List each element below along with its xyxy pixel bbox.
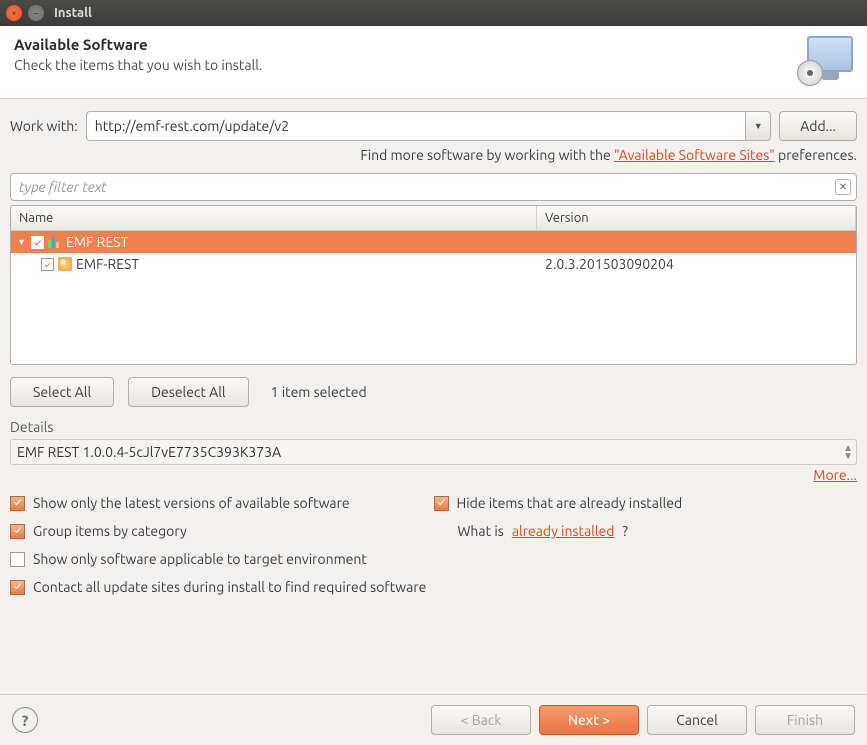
feature-icon [58,257,72,271]
checkbox-icon[interactable]: ✓ [10,524,25,539]
dialog-footer: ? < Back Next > Cancel Finish [0,694,867,745]
available-sites-link[interactable]: "Available Software Sites" [614,147,775,163]
window-title: Install [54,6,92,20]
options-grid: ✓ Show only the latest versions of avail… [10,495,857,595]
back-button[interactable]: < Back [431,705,531,735]
opt-contact-sites[interactable]: ✓ Contact all update sites during instal… [10,579,857,595]
page-subtitle: Check the items that you wish to install… [14,57,262,73]
clear-filter-icon[interactable]: ✕ [835,179,851,195]
selection-count: 1 item selected [271,384,367,400]
checkbox-icon[interactable]: ✓ [434,496,449,511]
work-with-combo[interactable]: ▼ [86,111,771,141]
chevron-down-icon: ▼ [754,121,763,131]
checkbox-icon[interactable]: ✓ [10,496,25,511]
minimize-icon[interactable]: – [28,5,44,21]
feature-row[interactable]: ✓ EMF-REST 2.0.3.201503090204 [11,253,856,275]
category-row[interactable]: ▼ ✓ EMF REST [11,231,856,253]
finish-button[interactable]: Finish [755,705,855,735]
details-more-link[interactable]: More... [813,467,857,483]
feature-checkbox[interactable]: ✓ [41,258,54,271]
filter-input[interactable] [10,173,857,201]
feature-version: 2.0.3.201503090204 [537,256,856,272]
expand-toggle-icon[interactable]: ▼ [17,237,27,247]
software-tree: Name Version ▼ ✓ EMF REST ✓ EMF-REST 2 [10,205,857,365]
help-button[interactable]: ? [12,707,38,733]
work-with-input[interactable] [86,111,745,141]
details-box: ▲▼ [10,439,857,465]
opt-group-category[interactable]: ✓ Group items by category [10,523,434,539]
what-installed-text: What is already installed? [434,523,858,539]
opt-target-env[interactable]: Show only software applicable to target … [10,551,434,567]
work-with-label: Work with: [10,118,78,134]
details-text [10,439,857,465]
category-icon [48,236,62,248]
feature-label: EMF-REST [76,256,139,272]
category-checkbox[interactable]: ✓ [31,236,44,249]
opt-hide-installed[interactable]: ✓ Hide items that are already installed [434,495,858,511]
sites-help-text: Find more software by working with the "… [10,147,857,163]
work-with-dropdown-button[interactable]: ▼ [745,111,771,141]
filter-field: ✕ [10,173,857,201]
dialog-header: Available Software Check the items that … [0,26,867,99]
cancel-button[interactable]: Cancel [647,705,747,735]
select-all-button[interactable]: Select All [10,377,114,407]
deselect-all-button[interactable]: Deselect All [128,377,248,407]
opt-latest[interactable]: ✓ Show only the latest versions of avail… [10,495,434,511]
checkbox-icon[interactable] [10,552,25,567]
window-titlebar: × – Install [0,0,867,26]
add-button[interactable]: Add... [779,111,857,141]
next-button[interactable]: Next > [539,705,639,735]
column-version[interactable]: Version [537,206,856,230]
install-wizard-icon [797,36,853,86]
column-name[interactable]: Name [11,206,537,230]
tree-header: Name Version [11,206,856,231]
category-label: EMF REST [66,234,128,250]
close-icon[interactable]: × [6,5,22,21]
page-title: Available Software [14,36,262,53]
details-spinner-icon[interactable]: ▲▼ [843,444,853,460]
work-with-row: Work with: ▼ Add... [10,111,857,141]
selection-controls: Select All Deselect All 1 item selected [10,377,857,407]
checkbox-icon[interactable]: ✓ [10,580,25,595]
details-label: Details [10,419,857,435]
already-installed-link[interactable]: already installed [512,523,615,539]
